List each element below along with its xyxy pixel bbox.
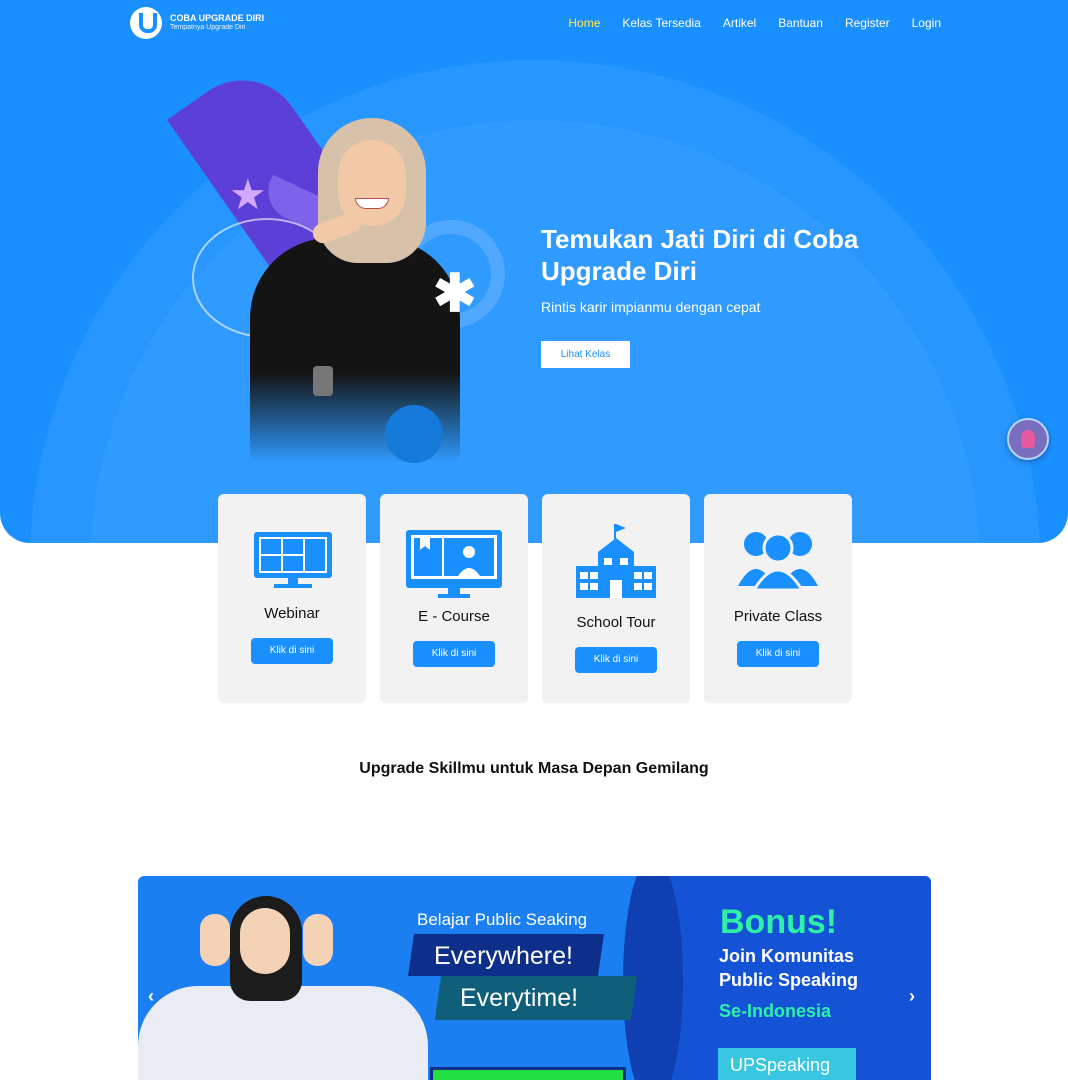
webinar-icon <box>254 532 332 588</box>
nav-home[interactable]: Home <box>568 16 600 30</box>
card-webinar: Webinar Klik di sini <box>218 494 366 703</box>
watch <box>313 366 333 396</box>
card-e-course-label: E - Course <box>418 608 490 625</box>
banner-join-1: Join Komunitas <box>719 946 855 966</box>
logo-subtitle: Tempatnya Upgrade Diri <box>170 24 246 31</box>
banner-person-face <box>240 908 290 974</box>
nav-kelas-tersedia[interactable]: Kelas Tersedia <box>622 16 701 30</box>
asterisk-icon: ✱ <box>433 265 477 323</box>
decor-dot <box>385 405 443 463</box>
school-icon <box>576 524 656 598</box>
lihat-kelas-button[interactable]: Lihat Kelas <box>541 341 630 368</box>
hero-title-plain: Temukan <box>541 224 661 254</box>
banner-person-hand-left <box>200 914 230 966</box>
private-class-button[interactable]: Klik di sini <box>737 641 819 667</box>
main-menu: Home Kelas Tersedia Artikel Bantuan Regi… <box>568 16 941 30</box>
logo[interactable]: COBA UPGRADE DIRI Tempatnya Upgrade Diri <box>130 7 264 39</box>
carousel-next-icon[interactable]: › <box>909 986 915 1007</box>
people-icon <box>738 532 818 592</box>
logo-text: COBA UPGRADE DIRI Tempatnya Upgrade Diri <box>170 13 264 33</box>
logo-title: COBA UPGRADE DIRI <box>170 13 265 23</box>
card-private-class-label: Private Class <box>733 608 823 625</box>
hero-subtitle: Rintis karir impianmu dengan cepat <box>541 299 761 315</box>
nav-bantuan[interactable]: Bantuan <box>778 16 823 30</box>
logo-icon <box>130 7 162 39</box>
card-school-tour: School Tour Klik di sini <box>542 494 690 703</box>
section-title: Upgrade Skillmu untuk Masa Depan Gemilan… <box>359 760 709 777</box>
card-e-course: E - Course Klik di sini <box>380 494 528 703</box>
banner-bonus: Bonus! <box>720 903 838 941</box>
banner-line-3: Everytime! <box>460 984 579 1012</box>
banner-join-3: Se-Indonesia <box>719 1001 832 1021</box>
card-webinar-label: Webinar <box>264 605 320 622</box>
nav-artikel[interactable]: Artikel <box>723 16 756 30</box>
banner-line-1: Belajar Public Seaking <box>417 910 588 929</box>
banner-person-hand-right <box>303 914 333 966</box>
hero-section: ★ ✱ COBA UPGRADE DIRI Tempatnya Upgrade … <box>0 0 1068 543</box>
banner-cta-box <box>430 1067 626 1080</box>
nav-login[interactable]: Login <box>912 16 941 30</box>
hero-title: Temukan Jati Diri di Coba Upgrade Diri <box>541 223 901 287</box>
school-tour-button[interactable]: Klik di sini <box>575 647 657 673</box>
e-course-icon <box>406 530 502 598</box>
chatbot-icon[interactable] <box>1007 418 1049 460</box>
banner-person-photo <box>138 896 438 1080</box>
card-school-tour-label: School Tour <box>576 614 656 631</box>
page: ★ ✱ COBA UPGRADE DIRI Tempatnya Upgrade … <box>0 0 1068 1080</box>
carousel-prev-icon[interactable]: ‹ <box>148 986 154 1007</box>
banner-brand: UPSpeaking <box>718 1048 856 1080</box>
banner-line-2: Everywhere! <box>434 942 573 970</box>
webinar-button[interactable]: Klik di sini <box>251 638 333 664</box>
top-nav: COBA UPGRADE DIRI Tempatnya Upgrade Diri… <box>0 0 1068 46</box>
nav-register[interactable]: Register <box>845 16 890 30</box>
e-course-button[interactable]: Klik di sini <box>413 641 495 667</box>
promo-banner-carousel[interactable]: Belajar Public Seaking Everywhere! Every… <box>138 876 931 1080</box>
card-private-class: Private Class Klik di sini <box>704 494 852 703</box>
banner-join-2: Public Speaking <box>719 970 859 990</box>
